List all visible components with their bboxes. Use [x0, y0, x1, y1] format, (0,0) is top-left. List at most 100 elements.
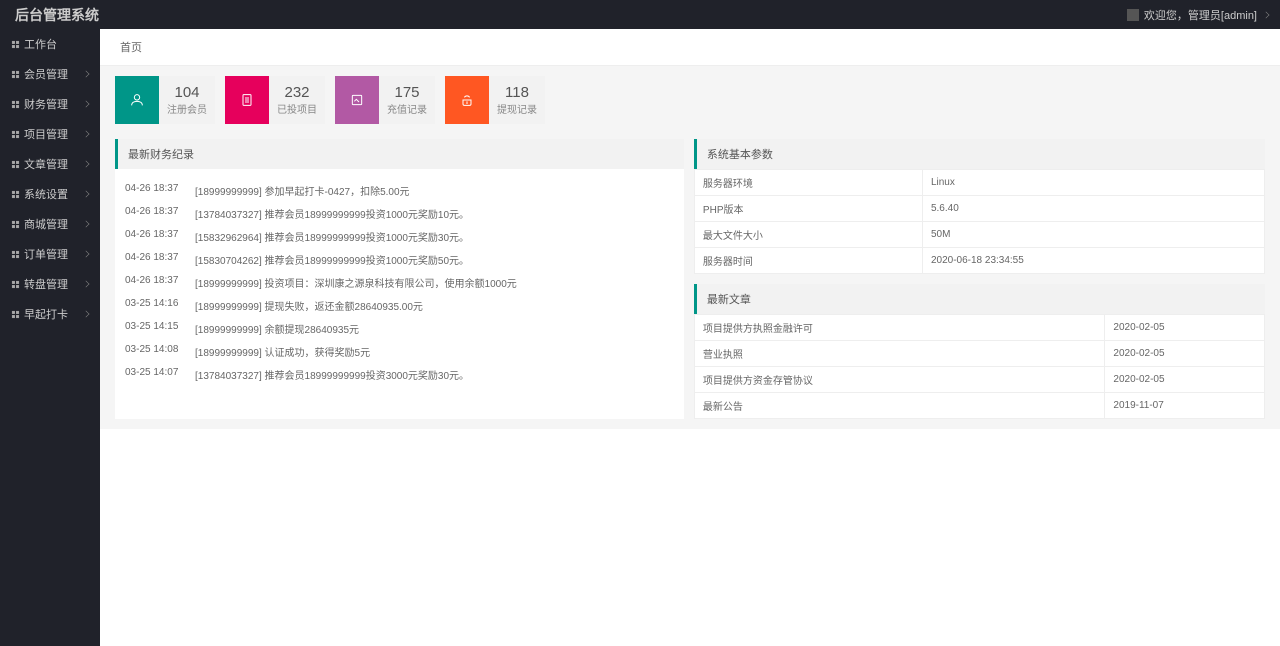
stat-number: 175: [394, 84, 419, 101]
sidebar-item-3[interactable]: 项目管理: [0, 119, 100, 149]
article-title[interactable]: 营业执照: [694, 341, 1104, 367]
sidebar-item-2[interactable]: 财务管理: [0, 89, 100, 119]
sidebar-item-0[interactable]: 工作台: [0, 29, 100, 59]
menu-icon: [10, 189, 20, 199]
finance-row: 04-26 18:37 [18999999999] 投资项目：深圳康之源泉科技有…: [125, 271, 674, 294]
sidebar-item-1[interactable]: 会员管理: [0, 59, 100, 89]
money-icon: [445, 76, 489, 124]
sys-key: 服务器环境: [694, 170, 922, 196]
log-text: [18999999999] 投资项目：深圳康之源泉科技有限公司，使用余额1000…: [195, 275, 674, 290]
log-text: [13784037327] 推荐会员18999999999投资3000元奖励30…: [195, 367, 674, 382]
table-row: 项目提供方执照金融许可 2020-02-05: [694, 315, 1264, 341]
sidebar-item-label: 财务管理: [24, 96, 68, 112]
article-date: 2020-02-05: [1105, 315, 1265, 341]
sidebar-item-4[interactable]: 文章管理: [0, 149, 100, 179]
stat-number: 118: [505, 84, 529, 101]
finance-row: 04-26 18:37 [13784037327] 推荐会员1899999999…: [125, 202, 674, 225]
sidebar-item-9[interactable]: 早起打卡: [0, 299, 100, 329]
article-title[interactable]: 项目提供方执照金融许可: [694, 315, 1104, 341]
chevron-right-icon: [83, 71, 90, 78]
log-text: [13784037327] 推荐会员18999999999投资1000元奖励10…: [195, 206, 674, 221]
log-time: 04-26 18:37: [125, 252, 187, 267]
menu-icon: [10, 249, 20, 259]
finance-row: 04-26 18:37 [18999999999] 参加早起打卡-0427，扣除…: [125, 179, 674, 202]
sidebar-item-label: 转盘管理: [24, 276, 68, 292]
table-row: 服务器环境 Linux: [694, 170, 1264, 196]
user-menu[interactable]: 欢迎您，管理员[admin]: [1127, 7, 1270, 23]
log-text: [18999999999] 余额提现28640935元: [195, 321, 674, 336]
chevron-right-icon: [83, 131, 90, 138]
finance-row: 03-25 14:07 [13784037327] 推荐会员1899999999…: [125, 363, 674, 386]
sidebar-item-label: 早起打卡: [24, 306, 68, 322]
sys-val: Linux: [922, 170, 1264, 196]
sidebar-item-label: 项目管理: [24, 126, 68, 142]
table-row: 最大文件大小 50M: [694, 222, 1264, 248]
menu-icon: [10, 129, 20, 139]
article-date: 2020-02-05: [1105, 341, 1265, 367]
log-time: 04-26 18:37: [125, 275, 187, 290]
welcome-text: 欢迎您，管理员[admin]: [1144, 7, 1257, 23]
article-title[interactable]: 最新公告: [694, 393, 1104, 419]
log-time: 03-25 14:07: [125, 367, 187, 382]
log-time: 04-26 18:37: [125, 206, 187, 221]
log-time: 04-26 18:37: [125, 229, 187, 244]
stat-card-0[interactable]: 104 注册会员: [115, 76, 215, 124]
sys-key: 最大文件大小: [694, 222, 922, 248]
sys-key: PHP版本: [694, 196, 922, 222]
finance-row: 03-25 14:16 [18999999999] 提现失败，返还金额28640…: [125, 294, 674, 317]
sidebar-item-label: 会员管理: [24, 66, 68, 82]
table-row: PHP版本 5.6.40: [694, 196, 1264, 222]
articles-panel-title: 最新文章: [694, 284, 1265, 314]
article-date: 2019-11-07: [1105, 393, 1265, 419]
sidebar-item-8[interactable]: 转盘管理: [0, 269, 100, 299]
clipboard-icon: [225, 76, 269, 124]
sidebar: 工作台 会员管理 财务管理 项目管理 文章管理: [0, 29, 100, 646]
log-text: [18999999999] 提现失败，返还金额28640935.00元: [195, 298, 674, 313]
table-row: 营业执照 2020-02-05: [694, 341, 1264, 367]
finance-row: 04-26 18:37 [15830704262] 推荐会员1899999999…: [125, 248, 674, 271]
table-row: 项目提供方资金存管协议 2020-02-05: [694, 367, 1264, 393]
menu-icon: [10, 219, 20, 229]
menu-icon: [10, 39, 20, 49]
system-panel-title: 系统基本参数: [694, 139, 1265, 169]
note-icon: [335, 76, 379, 124]
sys-val: 5.6.40: [922, 196, 1264, 222]
sidebar-item-6[interactable]: 商城管理: [0, 209, 100, 239]
log-time: 04-26 18:37: [125, 183, 187, 198]
menu-icon: [10, 69, 20, 79]
chevron-right-icon: [83, 101, 90, 108]
finance-row: 03-25 14:15 [18999999999] 余额提现28640935元: [125, 317, 674, 340]
log-text: [18999999999] 认证成功，获得奖励5元: [195, 344, 674, 359]
sidebar-item-label: 工作台: [24, 36, 57, 52]
stat-number: 104: [174, 84, 199, 101]
stat-label: 已投项目: [277, 101, 317, 116]
stat-number: 232: [284, 84, 309, 101]
stat-card-3[interactable]: 118 提现记录: [445, 76, 545, 124]
chevron-down-icon: [1263, 11, 1270, 18]
sys-key: 服务器时间: [694, 248, 922, 274]
finance-panel-title: 最新财务纪录: [115, 139, 684, 169]
log-text: [15830704262] 推荐会员18999999999投资1000元奖励50…: [195, 252, 674, 267]
log-text: [18999999999] 参加早起打卡-0427，扣除5.00元: [195, 183, 674, 198]
menu-icon: [10, 309, 20, 319]
sidebar-item-label: 文章管理: [24, 156, 68, 172]
article-title[interactable]: 项目提供方资金存管协议: [694, 367, 1104, 393]
sys-val: 50M: [922, 222, 1264, 248]
sidebar-item-5[interactable]: 系统设置: [0, 179, 100, 209]
stat-card-2[interactable]: 175 充值记录: [335, 76, 435, 124]
stat-label: 充值记录: [387, 101, 427, 116]
sys-val: 2020-06-18 23:34:55: [922, 248, 1264, 274]
menu-icon: [10, 159, 20, 169]
log-time: 03-25 14:08: [125, 344, 187, 359]
stat-label: 注册会员: [167, 101, 207, 116]
sidebar-item-7[interactable]: 订单管理: [0, 239, 100, 269]
menu-icon: [10, 279, 20, 289]
table-row: 最新公告 2019-11-07: [694, 393, 1264, 419]
chevron-right-icon: [83, 281, 90, 288]
chevron-right-icon: [83, 191, 90, 198]
log-time: 03-25 14:16: [125, 298, 187, 313]
article-date: 2020-02-05: [1105, 367, 1265, 393]
tab-home[interactable]: 首页: [115, 29, 147, 65]
avatar: [1127, 9, 1139, 21]
stat-card-1[interactable]: 232 已投项目: [225, 76, 325, 124]
